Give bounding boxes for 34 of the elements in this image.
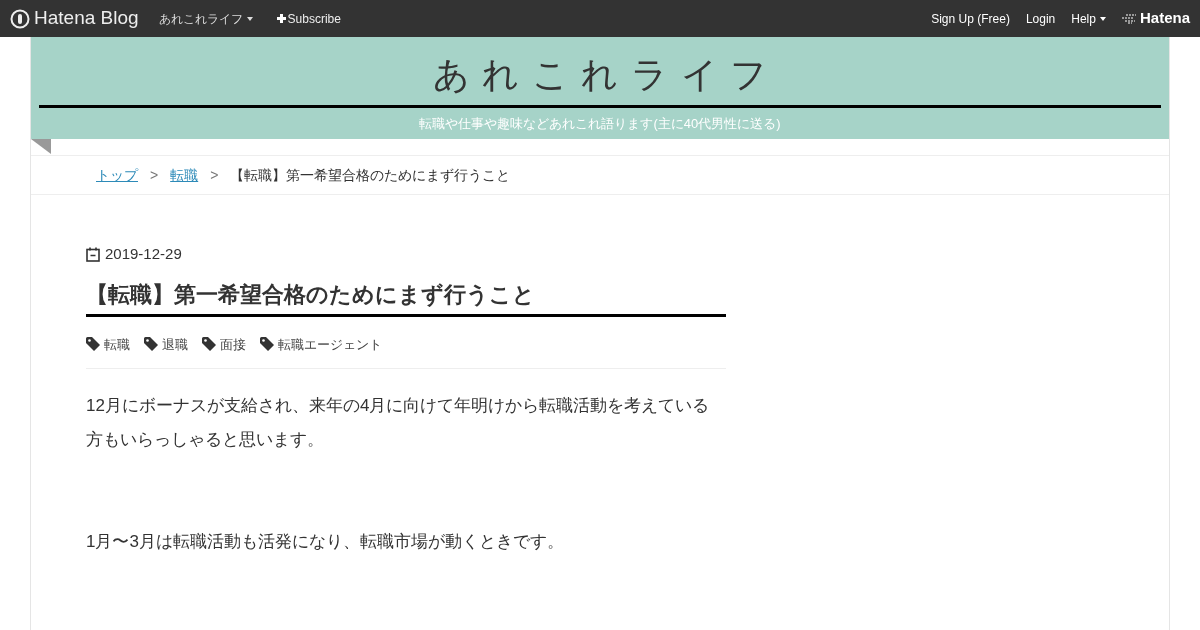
breadcrumb-current: 【転職】第一希望合格のためにまず行うこと — [230, 165, 511, 185]
breadcrumb-link[interactable]: 転職 — [170, 164, 199, 186]
article-title: 【転職】第一希望合格のためにまず行うこと — [86, 279, 726, 317]
tag-icon — [144, 337, 158, 352]
breadcrumb-separator: > — [209, 165, 220, 185]
blog-description: 転職や仕事や趣味などあれこれ語ります(主に40代男性に送る) — [419, 115, 781, 133]
category-tag[interactable]: 転職エージェント — [260, 334, 382, 354]
help-menu[interactable]: Help — [1071, 9, 1106, 28]
brand-link[interactable]: Hatena — [1121, 7, 1190, 30]
tag-icon — [202, 337, 216, 352]
blog-menu[interactable]: あれこれライフ — [158, 9, 253, 28]
blog-title[interactable]: あれこれライフ — [420, 51, 780, 99]
tag-icon — [86, 337, 100, 352]
caret-icon — [1099, 16, 1106, 21]
logo-icon — [10, 8, 30, 29]
login-link[interactable]: Login — [1025, 9, 1056, 28]
category-tag[interactable]: 転職 — [86, 334, 130, 354]
logo-link[interactable]: Hatena Blog — [10, 4, 139, 33]
category-tag[interactable]: 面接 — [202, 334, 246, 354]
article-paragraph: 1月〜3月は転職活動も活発になり、転職市場が動くときです。 — [86, 531, 565, 553]
corner-fold-icon — [31, 139, 51, 154]
article-date[interactable]: 2019-12-29 — [105, 243, 182, 266]
breadcrumb-link[interactable]: トップ — [96, 164, 138, 186]
brand-icon — [1121, 13, 1138, 24]
logo-text: Hatena Blog — [34, 6, 139, 31]
article-paragraph: 12月にボーナスが支給され、来年の4月に向けて年明けから転職活動を考えている方もいらっしゃると思います。 — [86, 395, 711, 451]
category-tag[interactable]: 退職 — [144, 334, 188, 354]
plus-icon — [276, 14, 286, 23]
caret-icon — [246, 16, 253, 21]
subscribe-button[interactable]: Subscribe — [276, 9, 341, 28]
breadcrumb-separator: > — [149, 165, 160, 185]
tag-icon — [260, 337, 274, 352]
sign-up-link[interactable]: Sign Up (Free) — [931, 9, 1010, 28]
calendar-icon — [86, 246, 100, 262]
